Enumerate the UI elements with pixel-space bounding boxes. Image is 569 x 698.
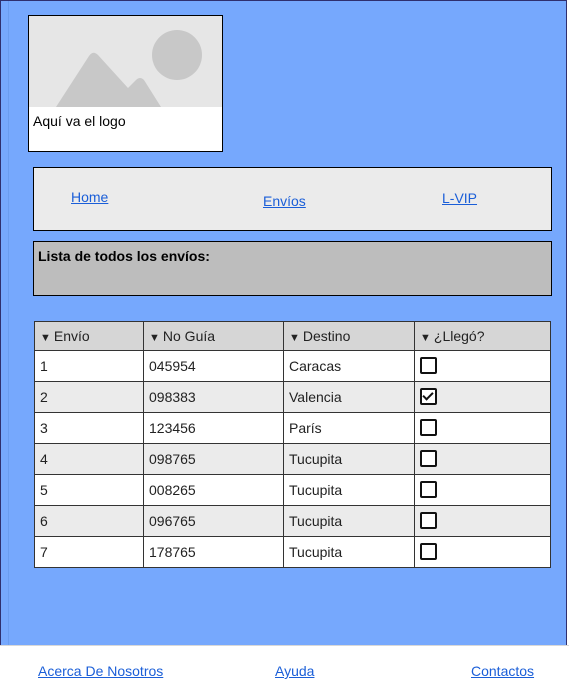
shipments-table: ▼ Envío ▼ No Guía ▼ Destino ▼ ¿Llegó? 1 0459… [34,321,551,568]
page-container: Aquí va el logo Home Envíos L-VIP Lista … [0,0,567,646]
arrived-checkbox[interactable] [420,512,437,529]
logo-placeholder: Aquí va el logo [28,15,223,152]
sort-down-icon: ▼ [289,332,300,344]
table-row: 6 096765 Tucupita [34,505,551,537]
cell-destino: Tucupita [283,443,415,475]
table-row: 5 008265 Tucupita [34,474,551,506]
cell-envio: 3 [34,412,144,444]
arrived-checkbox[interactable] [420,450,437,467]
arrived-checkbox[interactable] [420,543,437,560]
col-header-guia[interactable]: ▼ No Guía [143,321,284,351]
arrived-checkbox[interactable] [420,357,437,374]
nav-home-link[interactable]: Home [71,189,108,205]
footer-about-link[interactable]: Acerca De Nosotros [38,663,163,679]
cell-envio: 6 [34,505,144,537]
table-row: 2 098383 Valencia [34,381,551,413]
image-placeholder-icon [29,16,222,107]
nav-envios-link[interactable]: Envíos [263,193,306,209]
footer-contacts-link[interactable]: Contactos [471,663,534,679]
cell-guia: 096765 [143,505,284,537]
cell-envio: 7 [34,536,144,568]
table-header-row: ▼ Envío ▼ No Guía ▼ Destino ▼ ¿Llegó? [34,321,551,351]
cell-guia: 123456 [143,412,284,444]
table-row: 4 098765 Tucupita [34,443,551,475]
list-title-box: Lista de todos los envíos: [33,241,552,296]
cell-destino: Tucupita [283,474,415,506]
cell-destino: Caracas [283,350,415,382]
cell-guia: 098383 [143,381,284,413]
sort-down-icon: ▼ [40,332,51,344]
list-title: Lista de todos los envíos: [38,248,210,264]
cell-destino: Tucupita [283,505,415,537]
table-row: 7 178765 Tucupita [34,536,551,568]
cell-llego [414,381,551,413]
nav-lvip-link[interactable]: L-VIP [442,190,477,206]
cell-envio: 1 [34,350,144,382]
cell-destino: Valencia [283,381,415,413]
sort-down-icon: ▼ [149,332,160,344]
cell-llego [414,350,551,382]
main-nav: Home Envíos L-VIP [33,167,552,231]
cell-envio: 5 [34,474,144,506]
footer: Acerca De Nosotros Ayuda Contactos [0,645,569,698]
col-header-envio[interactable]: ▼ Envío [34,321,144,351]
cell-envio: 4 [34,443,144,475]
sort-down-icon: ▼ [420,332,431,344]
table-row: 1 045954 Caracas [34,350,551,382]
arrived-checkbox[interactable] [420,481,437,498]
cell-guia: 178765 [143,536,284,568]
table-row: 3 123456 París [34,412,551,444]
arrived-checkbox[interactable] [420,388,437,405]
cell-llego [414,412,551,444]
cell-destino: Tucupita [283,536,415,568]
cell-envio: 2 [34,381,144,413]
cell-guia: 008265 [143,474,284,506]
footer-help-link[interactable]: Ayuda [275,663,314,679]
col-header-destino[interactable]: ▼ Destino [283,321,415,351]
cell-llego [414,474,551,506]
cell-destino: París [283,412,415,444]
arrived-checkbox[interactable] [420,419,437,436]
left-divider [8,1,9,646]
cell-llego [414,443,551,475]
col-header-llego[interactable]: ▼ ¿Llegó? [414,321,551,351]
logo-caption: Aquí va el logo [33,113,126,129]
cell-llego [414,536,551,568]
cell-guia: 045954 [143,350,284,382]
cell-guia: 098765 [143,443,284,475]
cell-llego [414,505,551,537]
